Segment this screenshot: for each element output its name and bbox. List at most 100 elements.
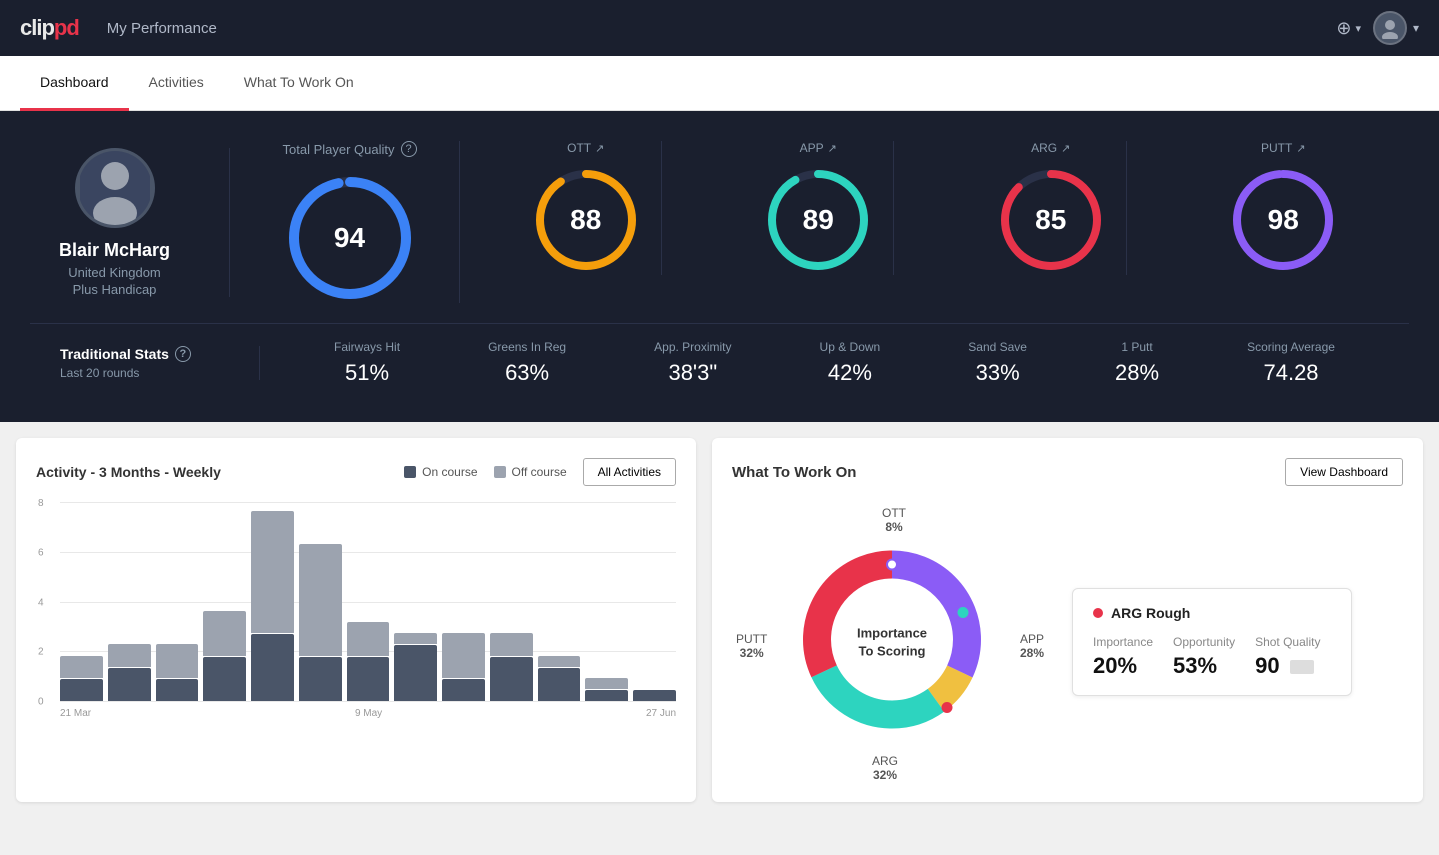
stat-sandsave-label: Sand Save bbox=[968, 340, 1027, 354]
stat-updown: Up & Down 42% bbox=[820, 340, 881, 386]
bar-off-course bbox=[442, 633, 485, 677]
donut-wrapper: OTT8% APP28% ARG32% PUTT32% bbox=[732, 502, 1052, 782]
bar-group bbox=[633, 502, 676, 701]
stat-updown-label: Up & Down bbox=[820, 340, 881, 354]
y-label-8: 8 bbox=[38, 498, 44, 509]
importance-label: Importance bbox=[1093, 635, 1153, 649]
app-value: 89 bbox=[803, 204, 834, 236]
opportunity-label: Opportunity bbox=[1173, 635, 1235, 649]
trad-stats-help[interactable]: ? bbox=[175, 346, 191, 362]
total-quality: Total Player Quality ? 94 bbox=[260, 141, 460, 303]
donut-center-text: ImportanceTo Scoring bbox=[857, 624, 927, 660]
logo-clip: clip bbox=[20, 15, 54, 40]
x-label-jun: 27 Jun bbox=[646, 708, 676, 719]
x-label-mar: 21 Mar bbox=[60, 708, 91, 719]
donut-label-putt: PUTT32% bbox=[736, 632, 767, 660]
x-axis-labels: 21 Mar 9 May 27 Jun bbox=[60, 708, 676, 719]
stat-updown-value: 42% bbox=[820, 360, 881, 386]
avatar bbox=[1373, 11, 1407, 45]
add-button[interactable]: ⊕ ▾ bbox=[1336, 18, 1361, 39]
total-quality-ring: 94 bbox=[285, 173, 415, 303]
bar-off-course bbox=[585, 678, 628, 689]
player-name: Blair McHarg bbox=[59, 240, 170, 261]
user-chevron: ▾ bbox=[1413, 21, 1419, 35]
legend-on-dot bbox=[404, 466, 416, 478]
donut-label-ott: OTT8% bbox=[882, 506, 906, 534]
bar-group bbox=[394, 502, 437, 701]
tab-what-to-work-on[interactable]: What To Work On bbox=[224, 56, 374, 111]
y-label-0: 0 bbox=[38, 697, 44, 708]
tab-activities[interactable]: Activities bbox=[129, 56, 224, 111]
total-quality-label: Total Player Quality ? bbox=[283, 141, 417, 157]
header-actions: ⊕ ▾ ▾ bbox=[1336, 11, 1419, 45]
wtw-header: What To Work On View Dashboard bbox=[732, 458, 1403, 486]
user-menu[interactable]: ▾ bbox=[1373, 11, 1419, 45]
logo[interactable]: clippd bbox=[20, 15, 79, 41]
bar-group bbox=[299, 502, 342, 701]
total-quality-help[interactable]: ? bbox=[401, 141, 417, 157]
bar-on-course bbox=[60, 679, 103, 701]
nav-tabs: Dashboard Activities What To Work On bbox=[0, 56, 1439, 111]
opportunity-value: 53% bbox=[1173, 653, 1235, 679]
donut-label-app: APP28% bbox=[1020, 632, 1044, 660]
player-country: United Kingdom bbox=[68, 265, 161, 280]
bar-on-course bbox=[490, 657, 533, 701]
bar-group bbox=[490, 502, 533, 701]
stat-items: Fairways Hit 51% Greens In Reg 63% App. … bbox=[260, 340, 1379, 386]
bar-on-course bbox=[203, 657, 246, 701]
bar-off-course bbox=[251, 511, 294, 633]
shot-quality-value: 90 bbox=[1255, 653, 1320, 679]
bar-group bbox=[156, 502, 199, 701]
info-metrics: Importance 20% Opportunity 53% Shot Qual… bbox=[1093, 635, 1331, 679]
bar-group bbox=[347, 502, 390, 701]
y-label-4: 4 bbox=[38, 597, 44, 608]
bar-off-course bbox=[299, 544, 342, 655]
importance-value: 20% bbox=[1093, 653, 1153, 679]
arg-label: ARG ↗ bbox=[1031, 141, 1070, 155]
stat-fairways-value: 51% bbox=[334, 360, 400, 386]
all-activities-button[interactable]: All Activities bbox=[583, 458, 676, 486]
stat-greens-value: 63% bbox=[488, 360, 566, 386]
metric-shot-quality: Shot Quality 90 bbox=[1255, 635, 1320, 679]
arg-indicator bbox=[1093, 608, 1103, 618]
bar-on-course bbox=[442, 679, 485, 701]
y-label-2: 2 bbox=[38, 647, 44, 658]
stat-scoring-label: Scoring Average bbox=[1247, 340, 1335, 354]
bar-group bbox=[203, 502, 246, 701]
legend-off-course: Off course bbox=[494, 465, 567, 479]
player-info: Blair McHarg United Kingdom Plus Handica… bbox=[30, 148, 230, 297]
bar-group bbox=[60, 502, 103, 701]
bar-on-course bbox=[538, 668, 581, 701]
bar-off-course bbox=[490, 633, 533, 655]
stat-scoring: Scoring Average 74.28 bbox=[1247, 340, 1335, 386]
header-title: My Performance bbox=[107, 20, 217, 37]
putt-ring: 98 bbox=[1228, 165, 1338, 275]
bar-off-course bbox=[203, 611, 246, 655]
legend-off-dot bbox=[494, 466, 506, 478]
add-icon: ⊕ bbox=[1336, 18, 1351, 39]
bar-on-course bbox=[156, 679, 199, 701]
arg-arrow: ↗ bbox=[1061, 142, 1070, 155]
info-card-title: ARG Rough bbox=[1093, 605, 1331, 621]
activity-panel: Activity - 3 Months - Weekly On course O… bbox=[16, 438, 696, 802]
scores-section: Total Player Quality ? 94 OTT bbox=[230, 141, 1409, 303]
score-app: APP ↗ 89 bbox=[743, 141, 894, 275]
bar-on-course bbox=[299, 657, 342, 701]
bar-off-course bbox=[108, 644, 151, 666]
tab-dashboard[interactable]: Dashboard bbox=[20, 56, 129, 111]
logo-pd: pd bbox=[54, 15, 79, 40]
bar-off-course bbox=[156, 644, 199, 677]
what-to-work-on-panel: What To Work On View Dashboard OTT8% APP… bbox=[712, 438, 1423, 802]
bar-on-course bbox=[585, 690, 628, 701]
view-dashboard-button[interactable]: View Dashboard bbox=[1285, 458, 1403, 486]
legend-on-course: On course bbox=[404, 465, 477, 479]
trad-stats-title: Traditional Stats ? bbox=[60, 346, 229, 362]
stat-1putt-value: 28% bbox=[1115, 360, 1159, 386]
score-cols: OTT ↗ 88 APP ↗ bbox=[460, 141, 1409, 275]
bar-on-course bbox=[347, 657, 390, 701]
bar-group bbox=[108, 502, 151, 701]
stat-fairways: Fairways Hit 51% bbox=[334, 340, 400, 386]
stat-fairways-label: Fairways Hit bbox=[334, 340, 400, 354]
stat-sandsave: Sand Save 33% bbox=[968, 340, 1027, 386]
y-label-6: 6 bbox=[38, 547, 44, 558]
